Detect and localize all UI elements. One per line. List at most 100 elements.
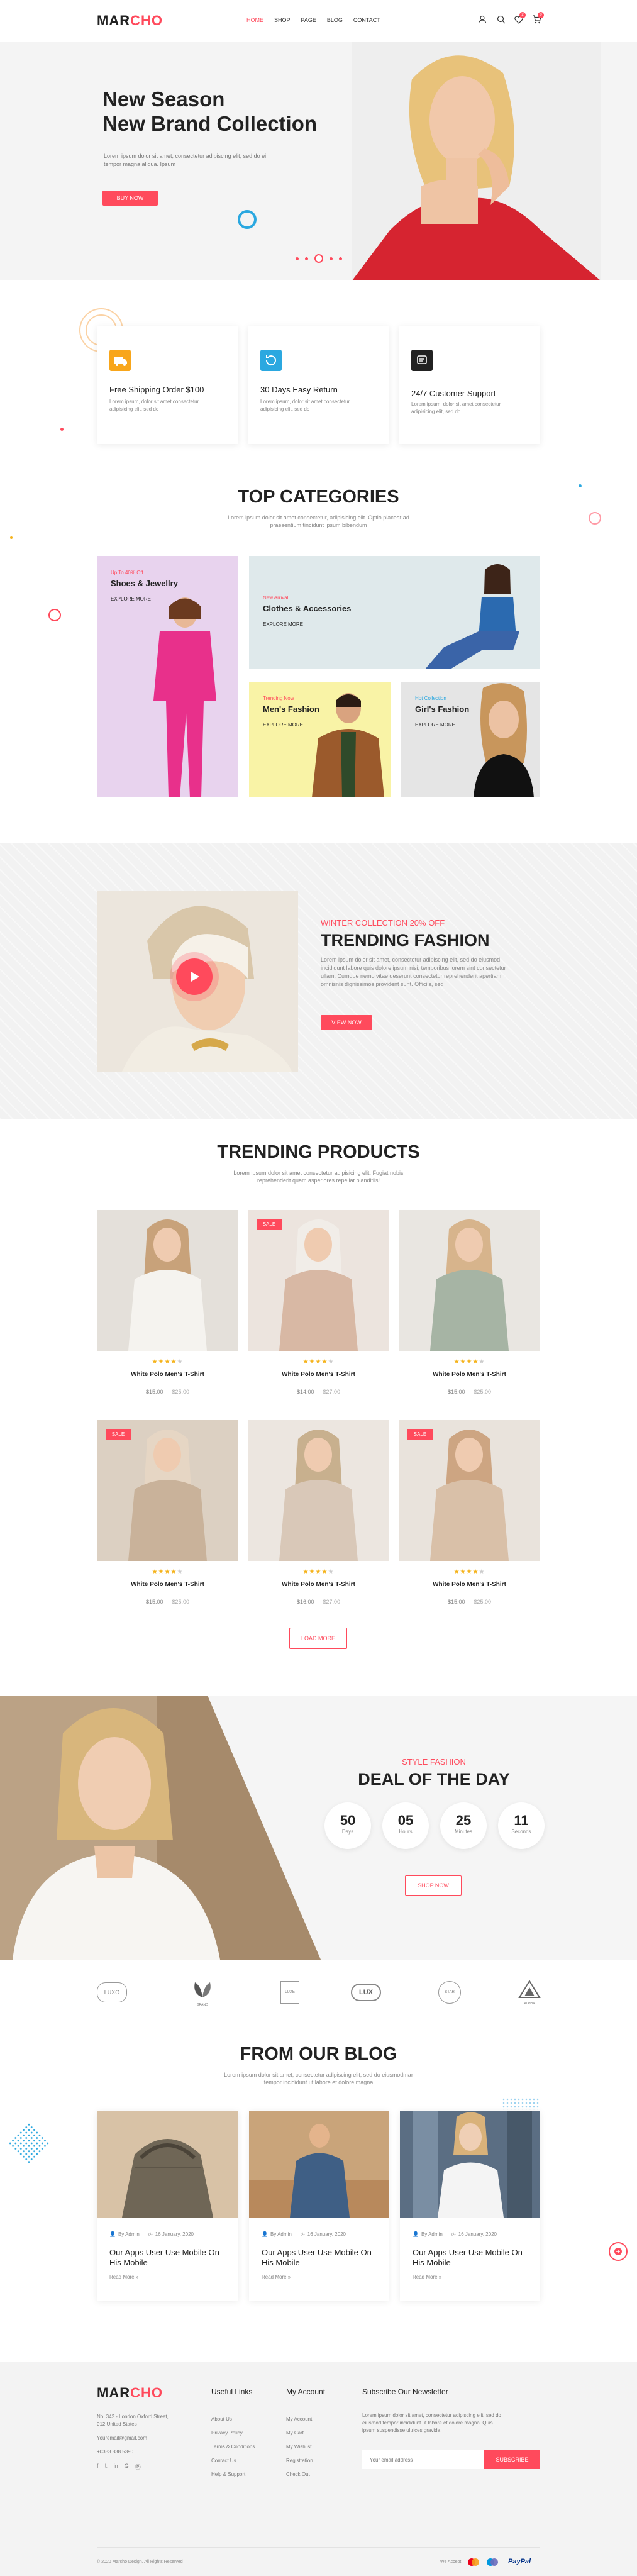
countdown-days: 50 Days: [324, 1802, 371, 1849]
newsletter-email-input[interactable]: [362, 2450, 484, 2469]
category-explore-link[interactable]: EXPLORE MORE: [263, 621, 303, 627]
hero-buy-now-button[interactable]: BUY NOW: [102, 191, 158, 206]
blog-post-card[interactable]: 👤 By Admin ◷ 16 January, 2020 Our Apps Use…: [400, 2111, 540, 2301]
product-card[interactable]: SALE ★★★★★ White Polo Men's T-Shirt $15.00 $…: [97, 1420, 238, 1609]
category-name: Girl's Fashion: [415, 704, 470, 714]
blog-post-title-2[interactable]: His Mobile: [413, 2258, 451, 2267]
view-now-button[interactable]: VIEW NOW: [321, 1015, 372, 1030]
footer-link[interactable]: Registration: [286, 2454, 313, 2468]
sale-badge: SALE: [407, 1429, 433, 1440]
product-name[interactable]: White Polo Men's T-Shirt: [399, 1581, 540, 1588]
category-tag: Hot Collection: [415, 696, 446, 701]
search-icon[interactable]: [497, 15, 506, 24]
product-name[interactable]: White Polo Men's T-Shirt: [248, 1581, 389, 1588]
scroll-to-top-button[interactable]: [609, 2242, 628, 2261]
slider-dot-3[interactable]: [314, 254, 323, 263]
linkedin-icon[interactable]: in: [114, 2463, 118, 2471]
product-name[interactable]: White Polo Men's T-Shirt: [248, 1371, 389, 1378]
category-card-girls[interactable]: Hot Collection Girl's Fashion EXPLORE MO…: [401, 682, 540, 797]
user-icon[interactable]: [478, 15, 487, 24]
footer-link[interactable]: My Wishlist: [286, 2440, 313, 2454]
product-image[interactable]: [248, 1420, 389, 1561]
slider-dot-1[interactable]: [296, 257, 299, 260]
nav-shop[interactable]: SHOP: [274, 17, 291, 25]
features-row: Free Shipping Order $100 Lorem ipsum, do…: [97, 326, 540, 444]
brand-logo-4[interactable]: LUX: [351, 1984, 381, 2001]
nav-home[interactable]: HOME: [246, 17, 263, 25]
product-price: $16.00: [296, 1599, 314, 1605]
footer-email[interactable]: Youremail@gmail.com: [97, 2435, 147, 2441]
category-explore-link[interactable]: EXPLORE MORE: [111, 596, 151, 602]
categories-subtitle-2: praesentium tincidunt ipsum bibendum: [270, 522, 367, 528]
product-card[interactable]: ★★★★★ White Polo Men's T-Shirt $16.00 $27.0…: [248, 1420, 389, 1609]
product-rating: ★★★★★: [302, 1568, 335, 1575]
read-more-link[interactable]: Read More »: [262, 2274, 291, 2280]
category-card-clothes[interactable]: New Arrival Clothes & Accessories EXPLOR…: [249, 556, 540, 669]
footer-phone[interactable]: +0383 838 5390: [97, 2449, 133, 2455]
decor-dot-pink: [60, 428, 64, 431]
trending-fashion-section: WINTER COLLECTION 20% OFF TRENDING FASHI…: [0, 843, 637, 1119]
subscribe-button[interactable]: SUBSCRIBE: [484, 2450, 540, 2469]
brand-logo-5[interactable]: STAR: [438, 1981, 461, 2004]
product-image[interactable]: [399, 1210, 540, 1351]
blog-post-title-2[interactable]: His Mobile: [262, 2258, 300, 2267]
slider-dot-4[interactable]: [330, 257, 333, 260]
blog-post-title-1[interactable]: Our Apps User Use Mobile On: [109, 2248, 219, 2257]
category-card-shoes[interactable]: Up To 40% Off Shoes & Jewellry EXPLORE M…: [97, 556, 238, 797]
header-icons: 2 0: [478, 12, 547, 25]
brand-logo-2[interactable]: BRAND: [190, 1980, 215, 2007]
nav-contact[interactable]: CONTACT: [353, 17, 380, 25]
brand-logo-6[interactable]: ALPHA: [517, 1980, 542, 2006]
blog-meta: 👤 By Admin ◷ 16 January, 2020: [262, 2231, 346, 2237]
footer-link[interactable]: My Cart: [286, 2426, 313, 2440]
product-name[interactable]: White Polo Men's T-Shirt: [399, 1371, 540, 1378]
product-image[interactable]: [97, 1420, 238, 1561]
play-video-button[interactable]: [176, 958, 213, 995]
slider-dot-5[interactable]: [339, 257, 342, 260]
product-card[interactable]: SALE ★★★★★ White Polo Men's T-Shirt $14.00 $…: [248, 1210, 389, 1399]
twitter-icon[interactable]: 𝕥: [105, 2463, 108, 2471]
product-image[interactable]: [399, 1420, 540, 1561]
footer-link[interactable]: Privacy Policy: [211, 2426, 255, 2440]
product-image[interactable]: [97, 1210, 238, 1351]
blog-post-title-1[interactable]: Our Apps User Use Mobile On: [262, 2248, 372, 2257]
facebook-icon[interactable]: f: [97, 2463, 99, 2471]
brand-logo-3[interactable]: LUXE: [280, 1981, 299, 2004]
read-more-link[interactable]: Read More »: [109, 2274, 138, 2280]
product-card[interactable]: ★★★★★ White Polo Men's T-Shirt $15.00 $25.0…: [97, 1210, 238, 1399]
blog-post-card[interactable]: 👤 By Admin ◷ 16 January, 2020 Our Apps Use…: [249, 2111, 389, 2301]
feature-card-support: 24/7 Customer Support Lorem ipsum, dolor…: [399, 326, 540, 444]
nav-page[interactable]: PAGE: [301, 17, 316, 25]
google-icon[interactable]: G: [125, 2463, 129, 2471]
footer-link[interactable]: Contact Us: [211, 2454, 255, 2468]
blog-post-card[interactable]: 👤 By Admin ◷ 16 January, 2020 Our Apps Use…: [97, 2111, 238, 2301]
blog-post-title-2[interactable]: His Mobile: [109, 2258, 148, 2267]
category-explore-link[interactable]: EXPLORE MORE: [415, 722, 455, 728]
footer-link[interactable]: Terms & Conditions: [211, 2440, 255, 2454]
read-more-link[interactable]: Read More »: [413, 2274, 441, 2280]
footer-link[interactable]: About Us: [211, 2412, 255, 2426]
category-card-mens[interactable]: Trending Now Men's Fashion EXPLORE MORE: [249, 682, 391, 797]
sale-badge: SALE: [257, 1219, 282, 1230]
brand-logo-1[interactable]: LUXO: [97, 1982, 127, 2002]
products-grid: ★★★★★ White Polo Men's T-Shirt $15.00 $25.0…: [97, 1210, 540, 1625]
shop-now-button[interactable]: SHOP NOW: [405, 1875, 462, 1896]
product-name[interactable]: White Polo Men's T-Shirt: [97, 1581, 238, 1588]
nav-blog[interactable]: BLOG: [327, 17, 343, 25]
product-name[interactable]: White Polo Men's T-Shirt: [97, 1371, 238, 1378]
pinterest-icon[interactable]: Ⓟ: [135, 2463, 141, 2471]
footer-link[interactable]: Check Out: [286, 2468, 313, 2482]
product-old-price: $27.00: [323, 1599, 341, 1605]
footer-link[interactable]: My Account: [286, 2412, 313, 2426]
product-image[interactable]: [248, 1210, 389, 1351]
category-explore-link[interactable]: EXPLORE MORE: [263, 722, 303, 728]
slider-dot-2[interactable]: [305, 257, 308, 260]
product-card[interactable]: ★★★★★ White Polo Men's T-Shirt $15.00 $25.0…: [399, 1210, 540, 1399]
product-card[interactable]: SALE ★★★★★ White Polo Men's T-Shirt $15.00 $…: [399, 1420, 540, 1609]
footer-link[interactable]: Help & Support: [211, 2468, 255, 2482]
blog-post-title-1[interactable]: Our Apps User Use Mobile On: [413, 2248, 523, 2257]
footer-logo[interactable]: MARCHO: [97, 2385, 163, 2401]
product-rating: ★★★★★: [152, 1358, 184, 1365]
logo[interactable]: MARCHO: [97, 13, 163, 29]
load-more-button[interactable]: LOAD MORE: [289, 1628, 347, 1649]
